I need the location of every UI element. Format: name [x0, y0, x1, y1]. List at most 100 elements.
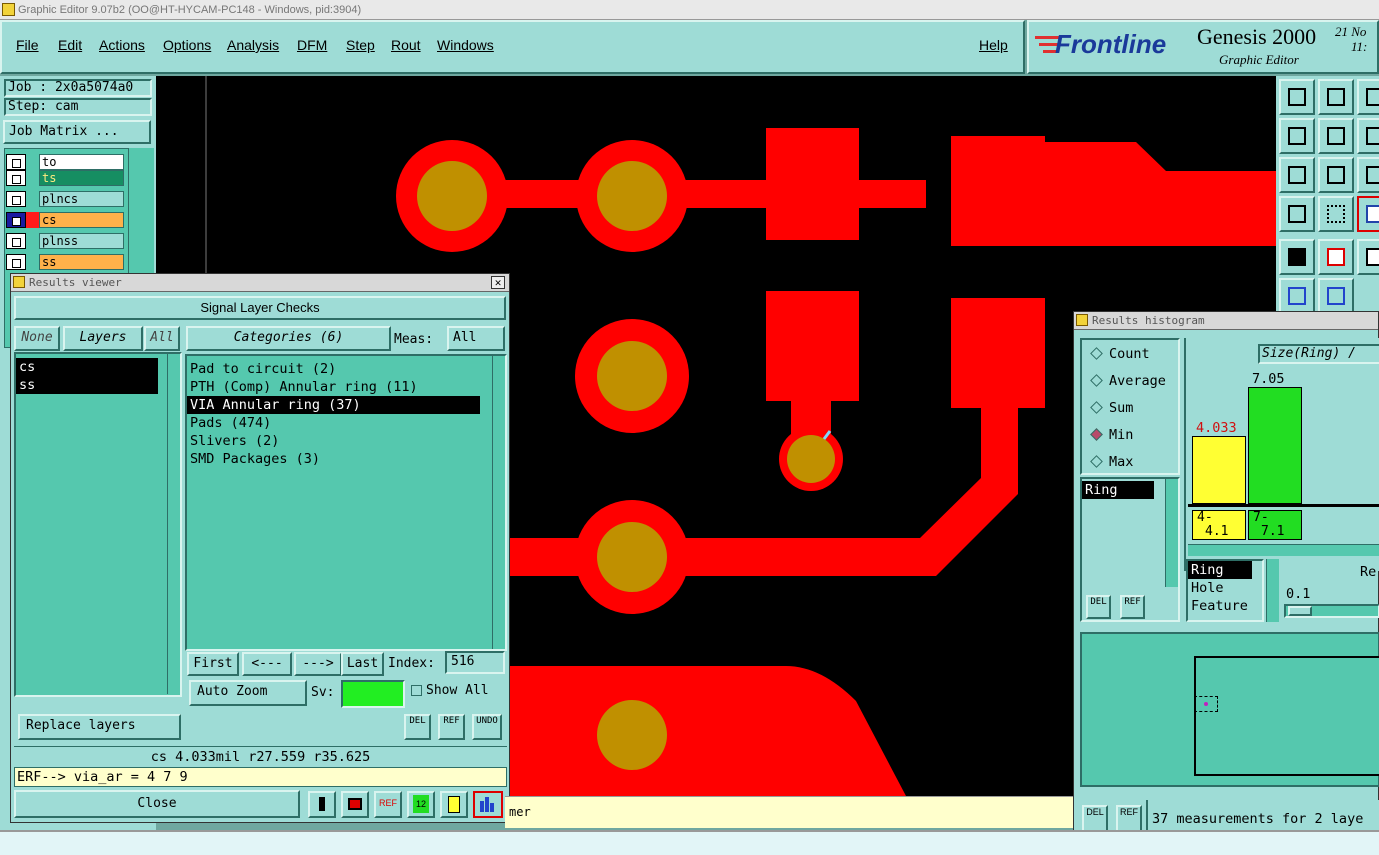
- field-list-scrollbar[interactable]: [1165, 479, 1178, 587]
- meas-select[interactable]: All: [447, 326, 505, 351]
- layer-checkbox[interactable]: [6, 254, 26, 270]
- fit-tool[interactable]: [1279, 157, 1315, 193]
- hist-ref-button[interactable]: REF: [1120, 595, 1145, 619]
- index-input[interactable]: 516: [445, 651, 505, 674]
- job-matrix-button[interactable]: Job Matrix ...: [3, 120, 151, 144]
- category-item[interactable]: Slivers (2): [187, 432, 505, 450]
- auto-zoom-select[interactable]: Auto Zoom: [189, 680, 307, 706]
- last-button[interactable]: Last: [341, 652, 384, 676]
- ref-button[interactable]: REF: [438, 714, 465, 740]
- list-item[interactable]: Feature: [1188, 597, 1262, 615]
- undo-view-tool[interactable]: [1357, 118, 1379, 154]
- layer-checkbox[interactable]: [6, 212, 26, 228]
- bar-range-label[interactable]: 4- 4.1: [1192, 510, 1246, 540]
- fill-tool[interactable]: [1279, 239, 1315, 275]
- scale-tool[interactable]: [1357, 157, 1379, 193]
- histogram-hscrollbar[interactable]: [1188, 544, 1379, 556]
- next-button[interactable]: --->: [294, 652, 342, 676]
- layer-checkbox[interactable]: [6, 191, 26, 207]
- layer-to[interactable]: to: [6, 154, 124, 170]
- layers-scrollbar[interactable]: [167, 354, 180, 694]
- show-all-checkbox[interactable]: [411, 685, 422, 696]
- home-tool[interactable]: [1357, 79, 1379, 115]
- prev-button[interactable]: <---: [242, 652, 292, 676]
- movie-icon[interactable]: [341, 791, 369, 818]
- category-item[interactable]: Pad to circuit (2): [187, 360, 505, 378]
- chart-icon[interactable]: [308, 791, 336, 818]
- close-button[interactable]: Close: [14, 790, 300, 818]
- menu-dfm[interactable]: DFM: [297, 37, 327, 53]
- menu-windows[interactable]: Windows: [437, 37, 494, 53]
- measure-tool[interactable]: [1279, 196, 1315, 232]
- list-item[interactable]: ss: [16, 376, 158, 394]
- mode-count[interactable]: Count: [1090, 346, 1150, 362]
- categories-list[interactable]: Pad to circuit (2) PTH (Comp) Annular ri…: [185, 354, 507, 651]
- menu-actions[interactable]: Actions: [99, 37, 145, 53]
- categories-scrollbar[interactable]: [492, 356, 505, 649]
- field-list[interactable]: Ring DEL REF: [1080, 477, 1180, 622]
- mode-max[interactable]: Max: [1090, 454, 1133, 470]
- bar-range-label[interactable]: 7- 7.1: [1248, 510, 1302, 540]
- slider-handle[interactable]: [1288, 606, 1312, 616]
- category-item[interactable]: SMD Packages (3): [187, 450, 505, 468]
- sv-color-select[interactable]: [341, 680, 405, 708]
- layer-ts[interactable]: ts: [6, 170, 124, 186]
- attribute-scrollbar[interactable]: [1266, 559, 1279, 622]
- net-tool[interactable]: [1279, 278, 1315, 314]
- histogram-bar[interactable]: [1248, 387, 1302, 504]
- layer-ss[interactable]: ss: [6, 254, 124, 270]
- mode-min[interactable]: Min: [1090, 427, 1133, 443]
- outline-tool[interactable]: [1318, 239, 1354, 275]
- zoom-in-tool[interactable]: [1318, 79, 1354, 115]
- resolution-slider[interactable]: [1284, 604, 1379, 618]
- menu-analysis[interactable]: Analysis: [227, 37, 279, 53]
- center-tool[interactable]: [1318, 157, 1354, 193]
- histogram-icon[interactable]: [473, 791, 503, 818]
- list-item[interactable]: Ring: [1188, 561, 1252, 579]
- del-button[interactable]: DEL: [404, 714, 431, 740]
- layer-plnss[interactable]: plnss: [6, 233, 124, 249]
- numbers-icon[interactable]: 12: [407, 791, 435, 818]
- mode-average[interactable]: Average: [1090, 373, 1166, 389]
- ref-off-icon[interactable]: REF: [374, 791, 402, 818]
- category-item[interactable]: Pads (474): [187, 414, 505, 432]
- menu-file[interactable]: File: [16, 37, 39, 53]
- layers-button[interactable]: Layers: [63, 326, 143, 351]
- categories-button[interactable]: Categories (6): [186, 326, 391, 351]
- layer-cs[interactable]: cs: [6, 212, 124, 228]
- layer-checkbox[interactable]: [6, 233, 26, 249]
- menu-step[interactable]: Step: [346, 37, 375, 53]
- grid-tool[interactable]: [1318, 196, 1354, 232]
- undo-button[interactable]: UNDO: [472, 714, 502, 740]
- all-button[interactable]: All: [144, 326, 180, 351]
- menu-edit[interactable]: Edit: [58, 37, 82, 53]
- menu-help[interactable]: Help: [979, 37, 1008, 53]
- layer-checkbox[interactable]: [6, 154, 26, 170]
- snap-tool[interactable]: [1357, 196, 1379, 232]
- list-item[interactable]: cs: [16, 358, 158, 376]
- histogram-bar[interactable]: [1192, 436, 1246, 504]
- category-item[interactable]: PTH (Comp) Annular ring (11): [187, 378, 505, 396]
- cross-tool[interactable]: [1318, 278, 1354, 314]
- none-button[interactable]: None: [14, 326, 60, 351]
- mode-sum[interactable]: Sum: [1090, 400, 1133, 416]
- list-item[interactable]: Ring: [1082, 481, 1154, 499]
- pan-left-tool[interactable]: [1279, 118, 1315, 154]
- hist-del-button[interactable]: DEL: [1086, 595, 1111, 619]
- layer-checkbox[interactable]: [6, 170, 26, 186]
- category-item[interactable]: VIA Annular ring (37): [187, 396, 480, 414]
- menu-rout[interactable]: Rout: [391, 37, 421, 53]
- menu-options[interactable]: Options: [163, 37, 211, 53]
- layer-plncs[interactable]: plncs: [6, 191, 124, 207]
- replace-layers-select[interactable]: Replace layers: [18, 714, 181, 740]
- first-button[interactable]: First: [187, 652, 239, 676]
- attribute-list[interactable]: Ring Hole Feature: [1186, 559, 1264, 622]
- close-window-button[interactable]: ✕: [491, 276, 505, 289]
- list-item[interactable]: Hole: [1188, 579, 1262, 597]
- signal-layer-checks-header[interactable]: Signal Layer Checks: [14, 296, 506, 320]
- pan-right-tool[interactable]: [1318, 118, 1354, 154]
- report-icon[interactable]: [440, 791, 468, 818]
- zoom-home-tool[interactable]: [1279, 79, 1315, 115]
- ruler-tool[interactable]: [1357, 239, 1379, 275]
- layers-list[interactable]: cs ss: [14, 352, 182, 697]
